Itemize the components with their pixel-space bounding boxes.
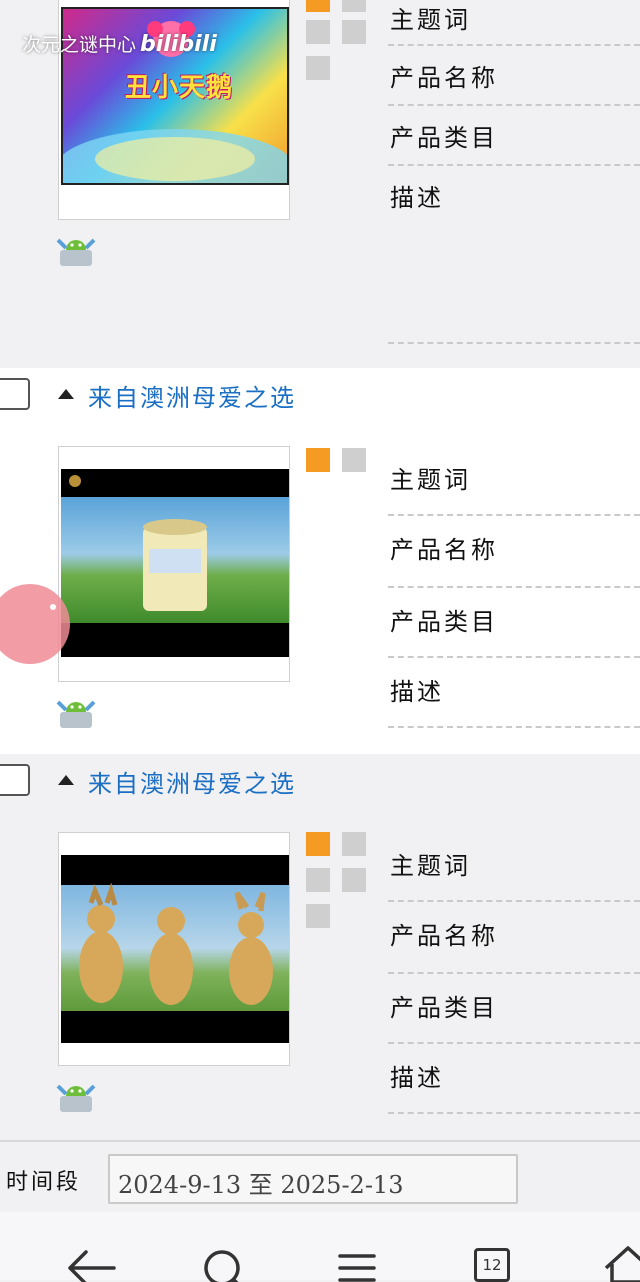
back-arrow-icon[interactable]	[64, 1242, 120, 1282]
divider	[388, 900, 640, 902]
status-square	[342, 20, 366, 44]
bottom-navigation: 12	[0, 1212, 640, 1282]
field-product-name: 产品名称	[390, 64, 498, 92]
field-product-category: 产品类目	[390, 124, 498, 152]
menu-icon[interactable]	[330, 1242, 386, 1282]
field-description: 描述	[390, 184, 444, 212]
time-filter-label: 时间段	[6, 1170, 82, 1195]
home-icon[interactable]	[600, 1242, 640, 1282]
divider	[388, 342, 640, 344]
divider	[388, 972, 640, 974]
group-header: 来自澳洲母爱之选	[0, 370, 640, 420]
group-header: 来自澳洲母爱之选	[0, 756, 640, 806]
field-product-name: 产品名称	[390, 536, 498, 564]
divider	[388, 104, 640, 106]
group-title-link[interactable]: 来自澳洲母爱之选	[88, 764, 296, 799]
divider	[388, 656, 640, 658]
android-icon[interactable]	[56, 694, 96, 730]
milk-can-art	[69, 475, 207, 611]
video-watermark: 次元之谜中心 bilibili	[22, 30, 217, 57]
android-icon[interactable]	[56, 1078, 96, 1114]
group-title-link[interactable]: 来自澳洲母爱之选	[88, 378, 296, 413]
status-square	[306, 904, 330, 928]
status-square	[342, 868, 366, 892]
field-keyword: 主题词	[390, 466, 471, 494]
status-square-active	[306, 0, 330, 12]
divider	[388, 726, 640, 728]
product-thumbnail[interactable]	[58, 446, 290, 682]
product-image	[61, 855, 289, 1043]
time-filter-row: 时间段 2024-9-13 至 2025-2-13	[0, 1140, 640, 1214]
date-range-field[interactable]: 2024-9-13 至 2025-2-13	[108, 1154, 518, 1204]
field-product-category: 产品类目	[390, 994, 498, 1022]
bilibili-logo: bilibili	[140, 32, 217, 57]
collapse-caret-icon[interactable]	[58, 775, 74, 785]
select-checkbox[interactable]	[0, 378, 30, 410]
product-image	[61, 469, 289, 657]
status-square	[342, 448, 366, 472]
android-icon[interactable]	[56, 232, 96, 268]
product-card-3: 来自澳洲母爱之选 主题词 产品名称 产品类目 描述	[0, 754, 640, 1140]
collapse-caret-icon[interactable]	[58, 389, 74, 399]
divider	[388, 586, 640, 588]
watermark-text: 次元之谜中心	[22, 34, 137, 56]
status-square	[342, 0, 366, 12]
search-icon[interactable]	[196, 1242, 252, 1282]
status-square	[306, 868, 330, 892]
divider	[388, 164, 640, 166]
field-description: 描述	[390, 1064, 444, 1092]
select-checkbox[interactable]	[0, 764, 30, 796]
divider	[388, 1042, 640, 1044]
status-square	[342, 832, 366, 856]
product-card-2: 来自澳洲母爱之选 主题词 产品名称 产品类目 描述	[0, 368, 640, 754]
tabs-icon[interactable]: 12	[474, 1248, 510, 1282]
status-square-active	[306, 832, 330, 856]
field-product-name: 产品名称	[390, 922, 498, 950]
thumbnail-caption: 丑小天鹅	[125, 73, 234, 103]
divider	[388, 44, 640, 46]
divider	[388, 1112, 640, 1114]
kangaroo-characters-art	[79, 882, 273, 1005]
divider	[388, 514, 640, 516]
field-keyword: 主题词	[390, 6, 471, 34]
status-square	[306, 56, 330, 80]
field-product-category: 产品类目	[390, 608, 498, 636]
field-keyword: 主题词	[390, 852, 471, 880]
product-thumbnail[interactable]	[58, 832, 290, 1066]
status-square	[306, 20, 330, 44]
field-description: 描述	[390, 678, 444, 706]
status-square-active	[306, 448, 330, 472]
